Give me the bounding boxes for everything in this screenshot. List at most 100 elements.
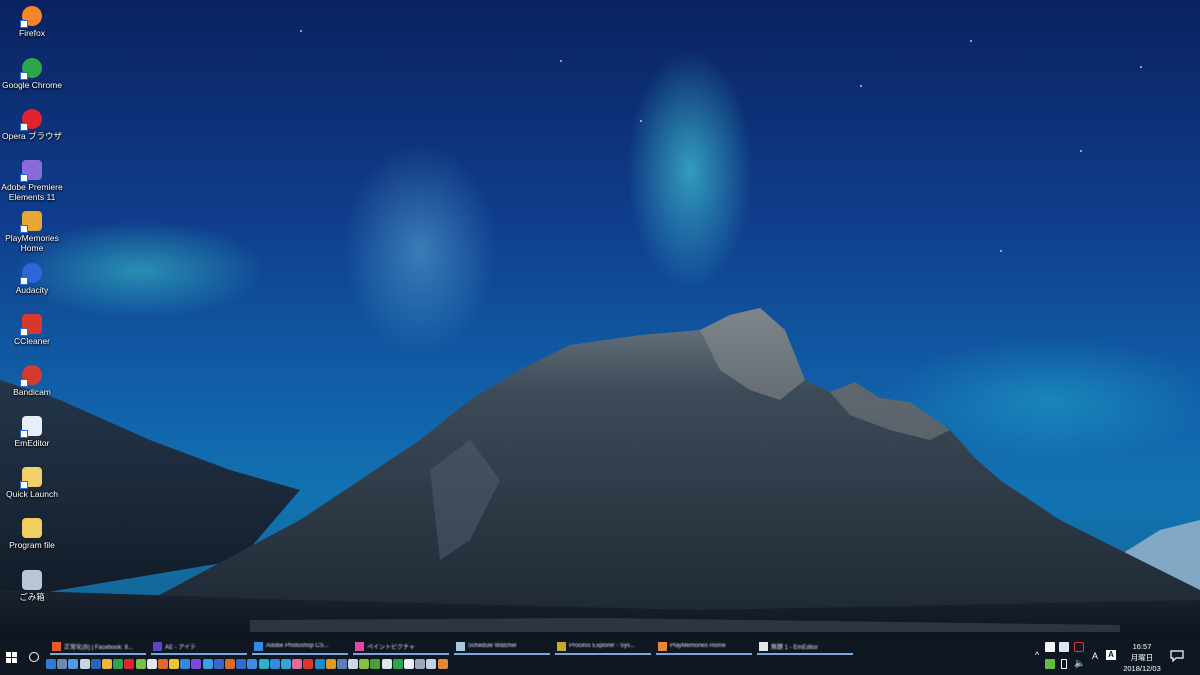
quick-launch-icon[interactable]	[90, 659, 101, 669]
desktop-icon-folder-shortcut[interactable]: Quick Launch	[0, 463, 64, 499]
quick-launch-icon[interactable]	[124, 659, 135, 669]
desktop-icon-audacity[interactable]: Audacity	[0, 259, 64, 295]
quick-launch-icon[interactable]	[381, 659, 392, 669]
desktop-icon-label: CCleaner	[14, 336, 50, 346]
quick-launch-icon[interactable]	[101, 659, 112, 669]
desktop-icon-bandicam[interactable]: Bandicam	[0, 361, 64, 397]
wallpaper-mountains	[0, 308, 1200, 637]
quick-launch-icon[interactable]	[325, 659, 336, 669]
volume-icon[interactable]: 🔈	[1074, 658, 1085, 668]
shortcut-arrow-icon	[20, 225, 28, 233]
ime-mode-indicator[interactable]: A	[1090, 651, 1100, 661]
taskbar-window-button[interactable]: AE - アイテ	[151, 639, 247, 655]
ime-toolbar-icon[interactable]: A	[1106, 650, 1116, 660]
quick-launch-icon[interactable]	[180, 659, 191, 669]
quick-launch-icon[interactable]	[336, 659, 347, 669]
shortcut-arrow-icon	[20, 277, 28, 285]
desktop-icon-folder[interactable]: Program file	[0, 514, 64, 550]
quick-launch-icon[interactable]	[280, 659, 291, 669]
usb-device-icon[interactable]	[1061, 659, 1067, 669]
star	[1000, 250, 1002, 252]
shortcut-arrow-icon	[20, 430, 28, 438]
bandicam-icon	[20, 365, 42, 387]
recycle-bin-icon	[22, 570, 42, 590]
taskbar-window-button[interactable]: PlayMemories Home	[656, 639, 752, 655]
shortcut-arrow-icon	[20, 72, 28, 80]
quick-launch-icon[interactable]	[258, 659, 269, 669]
quick-launch-icon[interactable]	[236, 659, 247, 669]
firefox-icon	[20, 6, 42, 28]
taskbar-window-button[interactable]: Schedule Watcher	[454, 639, 550, 655]
quick-launch-icon[interactable]	[135, 659, 146, 669]
tray-app-note-icon[interactable]	[1059, 642, 1069, 652]
notification-icon	[1170, 650, 1184, 663]
quick-launch-icon[interactable]	[79, 659, 90, 669]
premiere-elements-icon	[20, 160, 42, 182]
quick-launch-icon[interactable]	[202, 659, 213, 669]
quick-launch-icon[interactable]	[437, 659, 448, 669]
desktop-icon-emeditor[interactable]: EmEditor	[0, 412, 64, 448]
quick-launch-icon[interactable]	[404, 659, 414, 669]
app-icon	[254, 641, 263, 651]
start-button[interactable]	[0, 647, 22, 667]
quick-launch-icon[interactable]	[225, 659, 235, 669]
taskbar-window-button[interactable]: ペイントピクチャ	[353, 639, 449, 655]
quick-launch-icon[interactable]	[157, 659, 168, 669]
desktop-icon-label: Firefox	[19, 28, 45, 38]
quick-launch-icon[interactable]	[426, 659, 437, 669]
taskbar-window-button[interactable]: Process Explorer - Sys...	[555, 639, 651, 655]
desktop-icon-chrome[interactable]: Google Chrome	[0, 54, 64, 90]
clock[interactable]: 16:57 月曜日 2018/12/03	[1122, 641, 1162, 674]
chrome-icon	[20, 58, 42, 80]
desktop-icon-ccleaner[interactable]: CCleaner	[0, 310, 64, 346]
desktop-icon-recycle-bin[interactable]: ごみ箱	[0, 566, 64, 602]
shortcut-arrow-icon	[20, 481, 28, 489]
desktop-icon-label: Quick Launch	[6, 489, 58, 499]
quick-launch-icon[interactable]	[46, 659, 56, 669]
desktop-icon-label: Program file	[9, 540, 55, 550]
quick-launch-icon[interactable]	[169, 659, 180, 669]
quick-launch-icon[interactable]	[348, 659, 359, 669]
quick-launch-icon[interactable]	[269, 659, 280, 669]
taskbar-window-label: Schedule Watcher	[468, 643, 517, 649]
taskbar-window-button[interactable]: 無題 1 - EmEditor	[757, 639, 853, 655]
emeditor-icon	[20, 416, 42, 438]
playmemories-icon	[20, 211, 42, 233]
quick-launch-icon[interactable]	[191, 659, 202, 669]
shortcut-arrow-icon	[20, 328, 28, 336]
tray-app-green-icon[interactable]	[1045, 659, 1055, 669]
cortana-icon	[29, 652, 39, 662]
desktop-icon-label: PlayMemories Home	[5, 233, 59, 253]
quick-launch-icon[interactable]	[68, 659, 79, 669]
quick-launch-icon[interactable]	[303, 659, 314, 669]
quick-launch-icon[interactable]	[247, 659, 258, 669]
quick-launch-icon[interactable]	[292, 659, 303, 669]
quick-launch-icon[interactable]	[57, 659, 68, 669]
desktop-icon-opera[interactable]: Opera ブラウザ	[0, 105, 64, 141]
quick-launch-icon[interactable]	[415, 659, 426, 669]
quick-launch-icon[interactable]	[359, 659, 370, 669]
taskbar-window-label: Adobe Photoshop CS...	[266, 643, 329, 649]
quick-launch-icon[interactable]	[370, 659, 381, 669]
quick-launch-icon[interactable]	[213, 659, 224, 669]
desktop-icon-premiere-elements[interactable]: Adobe Premiere Elements 11	[0, 156, 64, 202]
app-icon	[658, 641, 667, 651]
quick-launch-icon[interactable]	[314, 659, 325, 669]
taskbar-window-button[interactable]: Adobe Photoshop CS...	[252, 639, 348, 655]
folder-shortcut-icon	[20, 467, 42, 489]
quick-launch-icon[interactable]	[146, 659, 157, 669]
taskbar-window-button[interactable]: 正常化(B) | Facebook: 8...	[50, 639, 146, 655]
mcafee-shield-icon[interactable]	[1074, 642, 1084, 652]
star	[1140, 66, 1142, 68]
desktop-icon-playmemories[interactable]: PlayMemories Home	[0, 207, 64, 253]
shortcut-arrow-icon	[20, 379, 28, 387]
clock-day: 月曜日	[1130, 653, 1154, 662]
quick-launch-icon[interactable]	[392, 659, 403, 669]
tray-app-white-icon[interactable]	[1045, 642, 1055, 652]
taskbar-window-label: 正常化(B) | Facebook: 8...	[64, 644, 133, 651]
cortana-search-button[interactable]	[24, 647, 44, 667]
action-center-button[interactable]	[1170, 649, 1184, 663]
show-hidden-icons-chevron[interactable]: ^	[1032, 650, 1042, 660]
quick-launch-icon[interactable]	[113, 659, 124, 669]
desktop-icon-firefox[interactable]: Firefox	[0, 2, 64, 38]
